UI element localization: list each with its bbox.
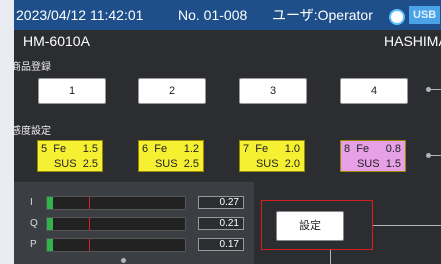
fe-value: 0.8 — [385, 143, 401, 155]
sus-label: SUS — [255, 158, 279, 170]
callout-line — [430, 89, 441, 90]
product-button-2[interactable]: 2 — [138, 78, 206, 104]
user-display: ユーザ:Operator — [272, 7, 373, 23]
callout-line — [430, 155, 441, 156]
model-name: HM-6010A — [23, 33, 90, 49]
callout-line — [373, 225, 441, 226]
callout-line — [330, 250, 331, 264]
sus-value: 2.5 — [82, 158, 98, 170]
signal-bar-fill — [47, 239, 53, 251]
signal-bar-fill — [47, 197, 53, 209]
sus-label: SUS — [53, 158, 77, 170]
sus-value: 2.0 — [284, 158, 300, 170]
signal-label: Q — [30, 218, 38, 229]
signal-row-q: Q 0.21 — [14, 217, 254, 233]
signal-row-i: I 0.27 — [14, 196, 254, 212]
connection-indicator-icon — [389, 9, 405, 25]
product-button-4[interactable]: 4 — [340, 78, 408, 104]
sensitivity-preset-7[interactable]: 7 Fe 1.0 SUS 2.0 — [239, 140, 305, 172]
brand-name: HASHIMA — [384, 33, 441, 49]
signal-bar-fill — [47, 218, 53, 230]
signal-value: 0.27 — [198, 196, 244, 209]
fe-label: Fe — [255, 143, 269, 155]
status-bar: 2023/04/12 11:42:01 No. 01-008 ユーザ:Opera… — [14, 0, 441, 30]
signal-label: I — [30, 197, 33, 208]
usb-icon: USB — [409, 6, 441, 24]
sensitivity-preset-6[interactable]: 6 Fe 1.2 SUS 2.5 — [138, 140, 204, 172]
signal-value: 0.17 — [198, 238, 244, 251]
threshold-marker — [89, 218, 90, 230]
preset-number: 6 — [142, 143, 149, 155]
fe-label: Fe — [154, 143, 168, 155]
fe-value: 1.0 — [284, 143, 300, 155]
sus-value: 2.5 — [183, 158, 199, 170]
signal-bar — [46, 238, 186, 252]
signal-label: P — [30, 239, 37, 250]
signal-bar — [46, 196, 186, 210]
fe-label: Fe — [53, 143, 67, 155]
fe-value: 1.5 — [82, 143, 98, 155]
product-button-3[interactable]: 3 — [239, 78, 307, 104]
sensitivity-label: 感度設定 — [14, 126, 51, 137]
fe-value: 1.2 — [183, 143, 199, 155]
sus-label: SUS — [356, 158, 380, 170]
callout-dot — [121, 258, 126, 263]
signal-bar — [46, 217, 186, 231]
sus-value: 1.5 — [385, 158, 401, 170]
product-button-1[interactable]: 1 — [38, 78, 106, 104]
product-register-label: 商品登録 — [14, 62, 51, 73]
record-number: No. 01-008 — [178, 7, 248, 23]
preset-number: 5 — [41, 143, 48, 155]
sensitivity-preset-5[interactable]: 5 Fe 1.5 SUS 2.5 — [37, 140, 103, 172]
fe-label: Fe — [356, 143, 370, 155]
signal-value: 0.21 — [198, 217, 244, 230]
signal-panel: I 0.27 Q 0.21 P 0.17 — [14, 182, 254, 264]
sensitivity-preset-8[interactable]: 8 Fe 0.8 SUS 1.5 — [340, 140, 406, 172]
datetime-display: 2023/04/12 11:42:01 — [16, 7, 144, 23]
settings-button[interactable]: 設定 — [276, 211, 344, 241]
signal-row-p: P 0.17 — [14, 238, 254, 254]
device-screen: 2023/04/12 11:42:01 No. 01-008 ユーザ:Opera… — [14, 0, 441, 264]
sus-label: SUS — [154, 158, 178, 170]
preset-number: 7 — [243, 143, 250, 155]
preset-number: 8 — [344, 143, 351, 155]
threshold-marker — [89, 239, 90, 251]
threshold-marker — [89, 197, 90, 209]
